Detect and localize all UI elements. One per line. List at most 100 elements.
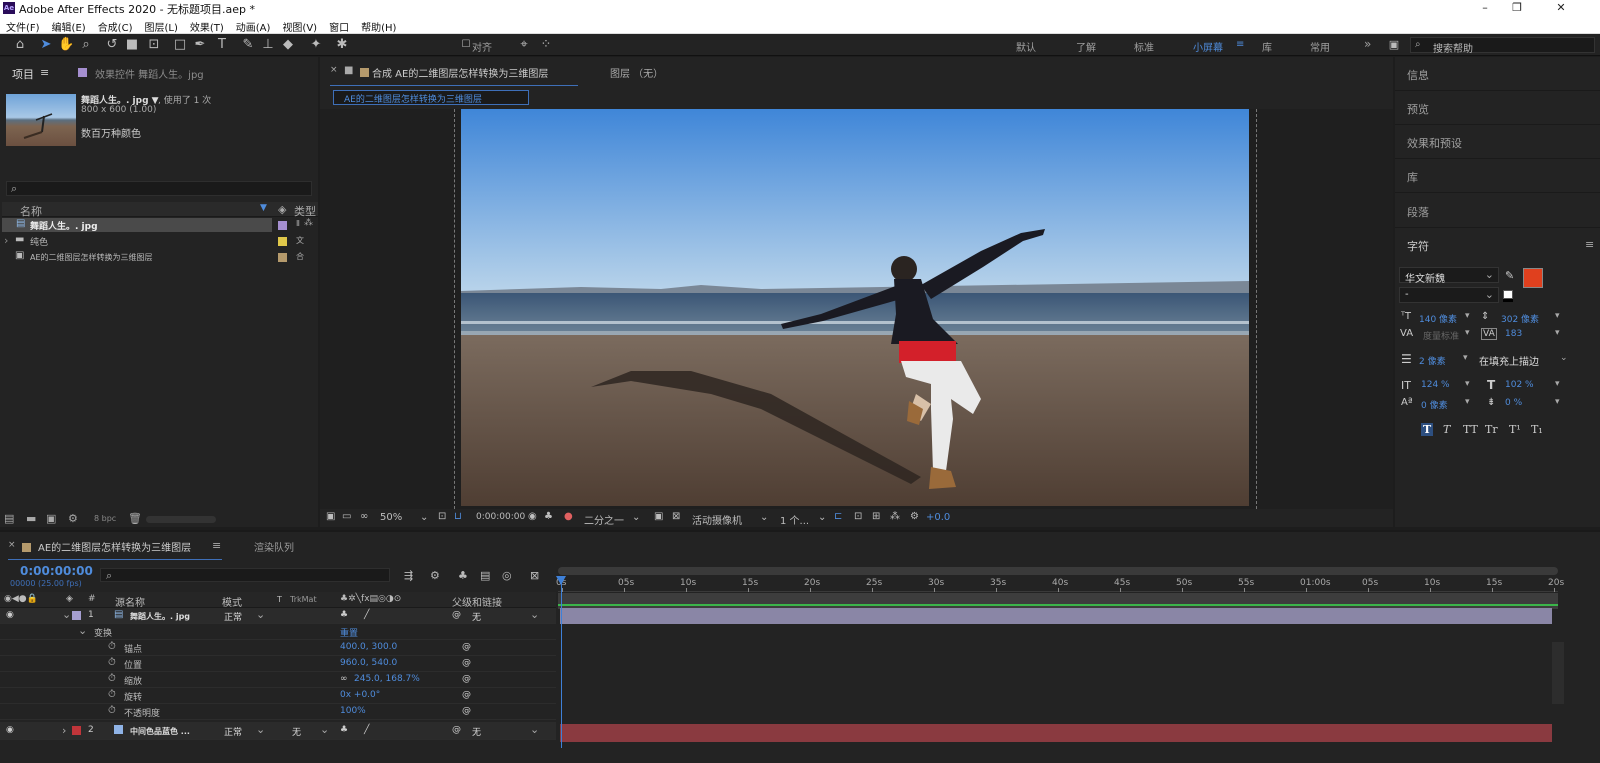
motion-blur-icon[interactable]: ◎ bbox=[502, 569, 512, 582]
horizontal-scale-value[interactable]: 102 % bbox=[1505, 380, 1534, 390]
stopwatch-icon[interactable]: ⏱ bbox=[108, 641, 116, 652]
eraser-tool-icon[interactable]: ◆ bbox=[280, 37, 296, 53]
label-swatch[interactable] bbox=[278, 221, 287, 230]
home-icon[interactable]: ⌂ bbox=[12, 37, 28, 53]
project-item[interactable]: ▤ 舞蹈人生。. jpg Ⅱ ⁂ bbox=[0, 218, 318, 232]
stroke-width-value[interactable]: 2 像素 bbox=[1419, 354, 1446, 367]
snap-grid-icon[interactable]: ⁘ bbox=[538, 37, 554, 53]
draft-3d-icon[interactable]: ⚙ bbox=[430, 569, 440, 582]
property-row[interactable]: ⏱ 旋转 0x +0.0° @ bbox=[0, 688, 556, 704]
font-size-value[interactable]: 140 像素 bbox=[1419, 312, 1457, 325]
subscript-button[interactable]: T₁ bbox=[1531, 423, 1543, 436]
work-area-range[interactable] bbox=[558, 593, 1558, 609]
timeline-comp-tab[interactable]: AE的二维图层怎样转换为三维图层 bbox=[38, 539, 191, 554]
new-composition-icon[interactable]: ▣ bbox=[46, 512, 56, 525]
property-row[interactable]: ⏱ 缩放 ∞ 245.0, 168.7% @ bbox=[0, 672, 556, 688]
safe-zones-icon[interactable]: ⊔ bbox=[454, 511, 462, 522]
col-type[interactable]: 类型 bbox=[294, 203, 316, 219]
pickwhip-icon[interactable]: @ bbox=[462, 706, 471, 716]
blend-mode-select[interactable]: 正常 bbox=[224, 725, 242, 738]
paragraph-panel[interactable]: 段落 bbox=[1407, 204, 1429, 220]
small-caps-button[interactable]: Tr bbox=[1485, 423, 1498, 436]
col-name[interactable]: 名称 bbox=[20, 203, 42, 219]
workspace-menu-icon[interactable]: ≡ bbox=[1236, 39, 1244, 50]
faux-bold-button[interactable]: T bbox=[1421, 423, 1434, 436]
workspace-default[interactable]: 默认 bbox=[1016, 39, 1036, 54]
pickwhip-icon[interactable]: @ bbox=[462, 674, 471, 684]
composition-tab[interactable]: 合成 AE的二维图层怎样转换为三维图层 bbox=[372, 65, 548, 80]
workspace-small-screen[interactable]: 小屏幕 bbox=[1193, 39, 1223, 54]
fast-preview-icon[interactable]: ▣ bbox=[654, 511, 663, 522]
black-swatch[interactable] bbox=[1503, 299, 1513, 302]
visibility-eye-icon[interactable]: ◉ bbox=[6, 725, 14, 735]
property-value[interactable]: 100% bbox=[340, 706, 366, 716]
pen-tool-icon[interactable]: ✒ bbox=[192, 37, 208, 53]
new-folder-icon[interactable]: ▬ bbox=[26, 512, 36, 525]
chevron-down-icon[interactable]: ▾ bbox=[1555, 311, 1560, 321]
chevron-down-icon[interactable]: ▾ bbox=[1555, 328, 1560, 338]
breadcrumb[interactable]: AE的二维图层怎样转换为三维图层 bbox=[333, 90, 529, 105]
parent-select[interactable]: 无 bbox=[472, 610, 481, 623]
time-graph[interactable]: 0s05s10s15s20s25s30s35s40s45s50s55s01:00… bbox=[556, 564, 1600, 763]
workspace-standard[interactable]: 标准 bbox=[1134, 39, 1154, 54]
project-settings-icon[interactable]: ⚙ bbox=[68, 512, 78, 525]
chevron-down-icon[interactable]: ⌄ bbox=[632, 512, 640, 523]
property-row[interactable]: ⏱ 不透明度 100% @ bbox=[0, 704, 556, 720]
region-of-interest-icon[interactable]: ▣ bbox=[326, 511, 335, 522]
eyedropper-icon[interactable]: ✎ bbox=[1505, 269, 1514, 282]
timeline-icon[interactable]: ⊞ bbox=[872, 511, 880, 522]
viewer-timecode[interactable]: 0:00:00:00 bbox=[476, 512, 525, 522]
baseline-shift-value[interactable]: 0 像素 bbox=[1421, 398, 1448, 411]
interpret-footage-icon[interactable]: ▤ bbox=[4, 512, 14, 525]
close-tab-icon[interactable]: × bbox=[330, 65, 338, 75]
thumbnail-scroll[interactable] bbox=[146, 516, 216, 523]
visibility-eye-icon[interactable]: ◉ bbox=[6, 610, 14, 620]
pickwhip-icon[interactable]: @ bbox=[462, 642, 471, 652]
kerning-value[interactable]: 度量标准 bbox=[1423, 329, 1459, 342]
rectangle-tool-icon[interactable]: □ bbox=[172, 37, 188, 53]
blend-mode-select[interactable]: 正常 bbox=[224, 610, 242, 623]
project-item[interactable]: › ▬ 纯色 文 bbox=[0, 234, 318, 248]
stopwatch-icon[interactable]: ⏱ bbox=[108, 657, 116, 668]
reset-exposure-icon[interactable]: ⚙ bbox=[910, 511, 919, 522]
type-tool-icon[interactable]: T bbox=[214, 37, 230, 53]
layer-row[interactable]: ◉ ⌄ 1 ▤ 舞蹈人生。. jpg 正常 ⌄ ♣ ╱ @ 无 ⌄ bbox=[0, 608, 556, 624]
stopwatch-icon[interactable]: ⏱ bbox=[108, 673, 116, 684]
chevron-down-icon[interactable]: ▾ bbox=[1555, 397, 1560, 407]
chevron-down-icon[interactable]: ⌄ bbox=[530, 723, 539, 736]
workspace-learn[interactable]: 了解 bbox=[1076, 39, 1096, 54]
chevron-down-icon[interactable]: ▾ bbox=[1463, 353, 1468, 363]
sort-arrow-icon[interactable]: ▼ bbox=[260, 203, 267, 213]
tracking-value[interactable]: 183 bbox=[1505, 329, 1522, 339]
tab-menu-icon[interactable]: ≡ bbox=[212, 539, 221, 552]
graph-editor-icon[interactable]: ⊠ bbox=[530, 569, 539, 582]
layer-name[interactable]: 舞蹈人生。. jpg bbox=[130, 611, 190, 622]
exposure-value[interactable]: +0.0 bbox=[926, 512, 950, 523]
chevron-right-icon[interactable]: › bbox=[62, 724, 66, 737]
hand-tool-icon[interactable]: ✋ bbox=[58, 37, 74, 53]
all-caps-button[interactable]: TT bbox=[1463, 423, 1478, 436]
monitor-icon[interactable]: ▭ bbox=[342, 511, 351, 522]
chevron-down-icon[interactable]: ⌄ bbox=[256, 723, 265, 736]
menu-window[interactable]: 窗口 bbox=[323, 16, 355, 34]
chevron-down-icon[interactable]: ▾ bbox=[1465, 328, 1470, 338]
menu-layer[interactable]: 图层(L) bbox=[138, 16, 183, 34]
col-trkmat[interactable]: TrkMat bbox=[290, 595, 317, 604]
effects-presets-panel[interactable]: 效果和预设 bbox=[1407, 135, 1462, 151]
vertical-scrollbar[interactable] bbox=[1552, 642, 1564, 704]
white-swatch[interactable] bbox=[1503, 290, 1513, 299]
work-area-bar[interactable] bbox=[558, 567, 1558, 575]
chevron-down-icon[interactable]: ⌄ bbox=[760, 512, 768, 523]
layer-1-bar[interactable] bbox=[560, 608, 1552, 624]
shy-layers-icon[interactable]: ♣ bbox=[458, 569, 468, 582]
selection-tool-icon[interactable]: ➤ bbox=[38, 37, 54, 53]
preview-panel[interactable]: 预览 bbox=[1407, 101, 1429, 117]
chevron-down-icon[interactable]: ⌄ bbox=[1560, 353, 1568, 363]
minimize-button[interactable]: – bbox=[1472, 0, 1498, 16]
snapshot-icon[interactable]: ◉ bbox=[528, 511, 537, 522]
bpc-button[interactable]: 8 bpc bbox=[94, 514, 116, 523]
chevron-down-icon[interactable]: ⌄ bbox=[530, 608, 539, 621]
menu-animation[interactable]: 动画(A) bbox=[230, 16, 277, 34]
property-value[interactable]: 245.0, 168.7% bbox=[354, 674, 420, 684]
menu-composition[interactable]: 合成(C) bbox=[92, 16, 139, 34]
